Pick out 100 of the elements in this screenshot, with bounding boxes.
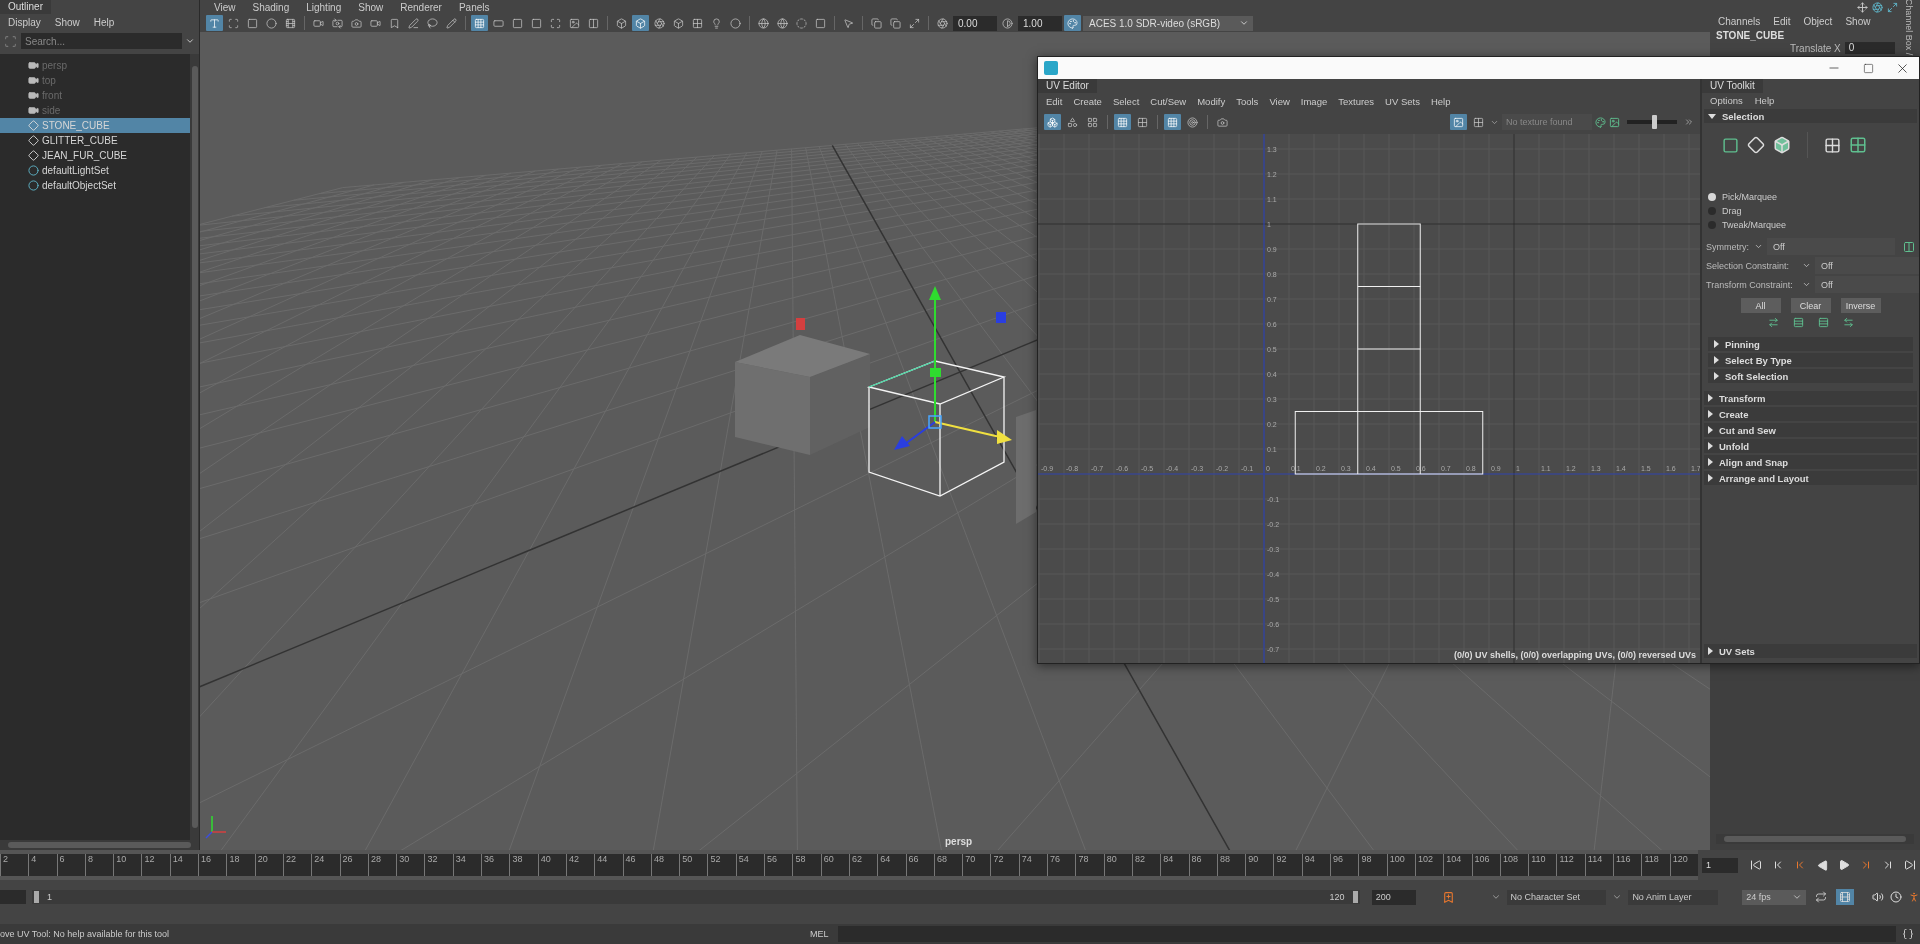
toolbar-button[interactable] bbox=[727, 15, 744, 31]
section-header[interactable]: Cut and Sew bbox=[1704, 423, 1917, 437]
palette-icon[interactable] bbox=[1595, 116, 1606, 128]
more-icon[interactable] bbox=[1684, 117, 1694, 127]
panel-tab[interactable]: UV Toolkit bbox=[1702, 79, 1763, 93]
edge-mode-icon[interactable] bbox=[1747, 136, 1765, 154]
section-header[interactable]: Select By Type bbox=[1708, 353, 1913, 367]
play-icon[interactable] bbox=[1838, 859, 1850, 871]
menu-item[interactable]: Textures bbox=[1338, 96, 1375, 107]
section-header[interactable]: Pinning bbox=[1708, 337, 1913, 351]
clock-icon[interactable] bbox=[1890, 891, 1903, 903]
menu-item[interactable]: Create bbox=[1073, 96, 1102, 107]
toolbar-button[interactable] bbox=[1064, 15, 1081, 31]
toolbar-button[interactable] bbox=[651, 15, 668, 31]
symmetry-icon[interactable] bbox=[1903, 240, 1915, 253]
toolbar-button[interactable] bbox=[632, 15, 649, 31]
menu-item[interactable]: UV Sets bbox=[1385, 96, 1420, 107]
language-label[interactable]: MEL bbox=[810, 929, 838, 939]
slider-thumb[interactable] bbox=[1651, 115, 1657, 129]
outliner-item[interactable]: GLITTER_CUBE bbox=[0, 133, 190, 148]
menu-item[interactable]: Shading bbox=[252, 1, 290, 13]
caret-icon[interactable] bbox=[1490, 892, 1501, 902]
script-editor-icon[interactable] bbox=[1902, 928, 1914, 940]
menu-item[interactable]: Edit bbox=[1046, 96, 1063, 107]
toolbar-button[interactable] bbox=[206, 15, 223, 31]
image-icon[interactable] bbox=[1609, 116, 1620, 128]
menu-item[interactable]: Lighting bbox=[306, 1, 342, 13]
menu-item[interactable]: Renderer bbox=[400, 1, 442, 13]
caret-icon[interactable] bbox=[1754, 242, 1763, 251]
constraint-dropdown[interactable]: Off bbox=[1815, 276, 1919, 293]
section-header[interactable]: Unfold bbox=[1704, 439, 1917, 453]
outliner-item[interactable]: defaultLightSet bbox=[0, 163, 190, 178]
skip-back-icon[interactable] bbox=[1750, 859, 1762, 871]
toolbar-button[interactable] bbox=[999, 15, 1016, 31]
side-tab[interactable]: Channel Box / bbox=[1904, 0, 1915, 56]
move-icon[interactable] bbox=[1857, 2, 1868, 13]
menu-item[interactable]: Edit bbox=[1773, 15, 1791, 27]
constraint-dropdown[interactable]: Off bbox=[1815, 257, 1919, 274]
menu-item[interactable]: Display bbox=[8, 16, 41, 28]
scrollbar[interactable] bbox=[190, 54, 199, 840]
vertex-mode-icon[interactable] bbox=[1722, 136, 1739, 154]
toolbar-button[interactable] bbox=[774, 15, 791, 31]
menu-item[interactable]: Modify bbox=[1197, 96, 1226, 107]
aperture-icon[interactable] bbox=[1872, 2, 1883, 13]
menu-item[interactable]: Channels bbox=[1718, 15, 1761, 27]
toggle-button[interactable] bbox=[1836, 889, 1855, 905]
toolbar-button[interactable] bbox=[934, 15, 951, 31]
character-set-dropdown[interactable]: No Character Set bbox=[1506, 889, 1607, 905]
start-field[interactable] bbox=[0, 890, 26, 904]
toolbar-button[interactable] bbox=[868, 15, 885, 31]
expand-icon[interactable] bbox=[1887, 2, 1898, 13]
menu-item[interactable]: Help bbox=[1754, 95, 1775, 106]
menu-item[interactable]: View bbox=[214, 1, 236, 13]
section-header[interactable]: Create bbox=[1704, 407, 1917, 421]
selection-button[interactable]: Clear bbox=[1790, 298, 1831, 313]
menu-item[interactable]: View bbox=[1269, 96, 1290, 107]
fps-dropdown[interactable]: 24 fps bbox=[1742, 889, 1807, 905]
anim-layer-dropdown[interactable]: No Anim Layer bbox=[1628, 889, 1719, 905]
menu-item[interactable]: Tools bbox=[1236, 96, 1259, 107]
menu-item[interactable]: Help bbox=[1430, 96, 1451, 107]
expand-icon[interactable] bbox=[1842, 317, 1854, 328]
face-mode-icon[interactable] bbox=[1773, 136, 1791, 154]
toolbar-button[interactable] bbox=[263, 15, 280, 31]
toolbar-button[interactable] bbox=[1164, 114, 1181, 130]
range-handle-bar[interactable]: 1 120 bbox=[33, 890, 1358, 904]
caret-icon[interactable] bbox=[185, 36, 195, 46]
section-header[interactable]: Soft Selection bbox=[1708, 369, 1913, 383]
color-space-dropdown[interactable]: ACES 1.0 SDR-video (sRGB) bbox=[1083, 15, 1253, 31]
menu-item[interactable]: Help bbox=[93, 16, 115, 28]
speaker-icon[interactable] bbox=[1872, 891, 1885, 903]
toolbar-button[interactable] bbox=[1450, 114, 1467, 130]
outliner-item[interactable]: JEAN_FUR_CUBE bbox=[0, 148, 190, 163]
toolbar-button[interactable] bbox=[1044, 114, 1061, 130]
menu-item[interactable]: Panels bbox=[458, 1, 490, 13]
menu-item[interactable]: Options bbox=[1710, 95, 1743, 106]
previous-key-icon[interactable] bbox=[1794, 859, 1806, 871]
toolbar-button[interactable] bbox=[793, 15, 810, 31]
step-forward-icon[interactable] bbox=[1882, 859, 1894, 871]
toolbar-button[interactable] bbox=[329, 15, 346, 31]
caret-icon[interactable] bbox=[1612, 892, 1623, 902]
menu-item[interactable]: Show bbox=[358, 1, 384, 13]
toolbar-button[interactable] bbox=[755, 15, 772, 31]
toolbar-button[interactable] bbox=[443, 15, 460, 31]
radio-button[interactable] bbox=[1708, 192, 1716, 201]
toolbar-button[interactable] bbox=[471, 15, 488, 31]
toolbar-button[interactable] bbox=[1184, 114, 1201, 130]
scrollbar[interactable] bbox=[1716, 834, 1914, 844]
attribute-field[interactable]: 0 bbox=[1844, 42, 1895, 54]
section-header[interactable]: UV Sets bbox=[1704, 644, 1917, 658]
selection-button[interactable]: All bbox=[1740, 298, 1781, 313]
running-figure-icon[interactable] bbox=[1908, 891, 1920, 903]
menu-item[interactable]: Show bbox=[54, 16, 80, 28]
section-header[interactable]: Arrange and Layout bbox=[1704, 471, 1917, 485]
toolbar-button[interactable] bbox=[887, 15, 904, 31]
caret-icon[interactable] bbox=[1802, 261, 1811, 270]
next-key-icon[interactable] bbox=[1860, 859, 1872, 871]
section-header[interactable]: Selection bbox=[1704, 109, 1917, 123]
value-field[interactable]: 1.00 bbox=[1018, 15, 1062, 31]
step-back-icon[interactable] bbox=[1772, 859, 1784, 871]
selection-button[interactable]: Inverse bbox=[1840, 298, 1881, 313]
